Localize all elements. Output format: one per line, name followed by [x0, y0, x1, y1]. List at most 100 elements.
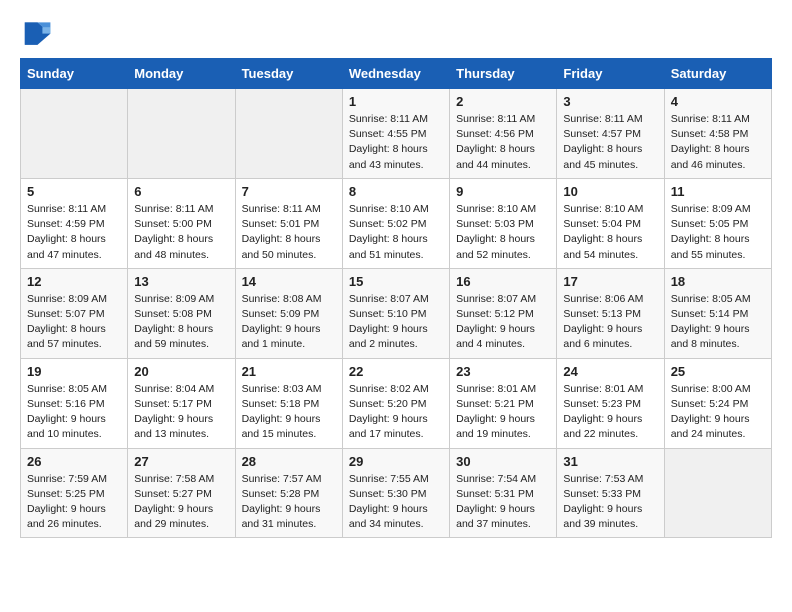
day-info: Sunrise: 7:53 AM Sunset: 5:33 PM Dayligh… — [563, 472, 657, 533]
calendar-cell: 3Sunrise: 8:11 AM Sunset: 4:57 PM Daylig… — [557, 89, 664, 179]
page: SundayMondayTuesdayWednesdayThursdayFrid… — [0, 0, 792, 554]
day-info: Sunrise: 8:10 AM Sunset: 5:03 PM Dayligh… — [456, 202, 550, 263]
calendar-cell — [21, 89, 128, 179]
day-number: 1 — [349, 94, 443, 109]
day-info: Sunrise: 7:59 AM Sunset: 5:25 PM Dayligh… — [27, 472, 121, 533]
calendar-cell: 21 Sunrise: 8:03 AM Sunset: 5:18 PM Dayli… — [235, 358, 342, 448]
calendar-cell: 18 Sunrise: 8:05 AM Sunset: 5:14 PM Dayli… — [664, 268, 771, 358]
day-number: 22 — [349, 364, 443, 379]
day-number: 11 — [671, 184, 765, 199]
calendar-week-row: 26 Sunrise: 7:59 AM Sunset: 5:25 PM Dayli… — [21, 448, 772, 538]
calendar-cell: 31 Sunrise: 7:53 AM Sunset: 5:33 PM Dayli… — [557, 448, 664, 538]
day-number: 28 — [242, 454, 336, 469]
calendar-cell: 24 Sunrise: 8:01 AM Sunset: 5:23 PM Dayli… — [557, 358, 664, 448]
calendar-cell: 5 Sunrise: 8:11 AM Sunset: 4:59 PM Daylig… — [21, 178, 128, 268]
day-info: Sunrise: 8:11 AM Sunset: 4:59 PM Dayligh… — [27, 202, 121, 263]
day-number: 26 — [27, 454, 121, 469]
calendar-cell: 10Sunrise: 8:10 AM Sunset: 5:04 PM Dayli… — [557, 178, 664, 268]
calendar-cell: 28 Sunrise: 7:57 AM Sunset: 5:28 PM Dayli… — [235, 448, 342, 538]
day-number: 8 — [349, 184, 443, 199]
calendar-cell: 30 Sunrise: 7:54 AM Sunset: 5:31 PM Dayli… — [450, 448, 557, 538]
calendar-cell: 29 Sunrise: 7:55 AM Sunset: 5:30 PM Dayli… — [342, 448, 449, 538]
calendar-cell: 27Sunrise: 7:58 AM Sunset: 5:27 PM Dayli… — [128, 448, 235, 538]
day-number: 31 — [563, 454, 657, 469]
day-info: Sunrise: 8:07 AM Sunset: 5:10 PM Dayligh… — [349, 292, 443, 353]
calendar-header: SundayMondayTuesdayWednesdayThursdayFrid… — [21, 59, 772, 89]
calendar-week-row: 1 Sunrise: 8:11 AM Sunset: 4:55 PM Daylig… — [21, 89, 772, 179]
calendar-cell: 11 Sunrise: 8:09 AM Sunset: 5:05 PM Dayli… — [664, 178, 771, 268]
calendar-cell: 25Sunrise: 8:00 AM Sunset: 5:24 PM Dayli… — [664, 358, 771, 448]
day-number: 7 — [242, 184, 336, 199]
calendar-cell: 23 Sunrise: 8:01 AM Sunset: 5:21 PM Dayli… — [450, 358, 557, 448]
calendar-table: SundayMondayTuesdayWednesdayThursdayFrid… — [20, 58, 772, 538]
day-of-week-header: Saturday — [664, 59, 771, 89]
calendar-cell — [128, 89, 235, 179]
day-number: 2 — [456, 94, 550, 109]
days-of-week-row: SundayMondayTuesdayWednesdayThursdayFrid… — [21, 59, 772, 89]
calendar-cell: 17 Sunrise: 8:06 AM Sunset: 5:13 PM Dayli… — [557, 268, 664, 358]
day-of-week-header: Sunday — [21, 59, 128, 89]
day-info: Sunrise: 7:57 AM Sunset: 5:28 PM Dayligh… — [242, 472, 336, 533]
calendar-cell: 6Sunrise: 8:11 AM Sunset: 5:00 PM Daylig… — [128, 178, 235, 268]
day-number: 3 — [563, 94, 657, 109]
calendar-cell — [664, 448, 771, 538]
day-info: Sunrise: 8:03 AM Sunset: 5:18 PM Dayligh… — [242, 382, 336, 443]
calendar-cell: 22 Sunrise: 8:02 AM Sunset: 5:20 PM Dayli… — [342, 358, 449, 448]
calendar-cell: 16 Sunrise: 8:07 AM Sunset: 5:12 PM Dayli… — [450, 268, 557, 358]
calendar-week-row: 12 Sunrise: 8:09 AM Sunset: 5:07 PM Dayli… — [21, 268, 772, 358]
day-info: Sunrise: 8:11 AM Sunset: 4:56 PM Dayligh… — [456, 112, 550, 173]
day-info: Sunrise: 8:11 AM Sunset: 4:58 PM Dayligh… — [671, 112, 765, 173]
day-number: 30 — [456, 454, 550, 469]
day-info: Sunrise: 8:02 AM Sunset: 5:20 PM Dayligh… — [349, 382, 443, 443]
day-of-week-header: Monday — [128, 59, 235, 89]
day-number: 4 — [671, 94, 765, 109]
day-number: 12 — [27, 274, 121, 289]
day-number: 19 — [27, 364, 121, 379]
day-number: 15 — [349, 274, 443, 289]
day-info: Sunrise: 8:11 AM Sunset: 5:00 PM Dayligh… — [134, 202, 228, 263]
day-of-week-header: Thursday — [450, 59, 557, 89]
calendar-body: 1 Sunrise: 8:11 AM Sunset: 4:55 PM Daylig… — [21, 89, 772, 538]
calendar-cell: 2 Sunrise: 8:11 AM Sunset: 4:56 PM Daylig… — [450, 89, 557, 179]
day-info: Sunrise: 8:04 AM Sunset: 5:17 PM Dayligh… — [134, 382, 228, 443]
day-number: 20 — [134, 364, 228, 379]
day-info: Sunrise: 8:09 AM Sunset: 5:07 PM Dayligh… — [27, 292, 121, 353]
calendar-week-row: 19 Sunrise: 8:05 AM Sunset: 5:16 PM Dayli… — [21, 358, 772, 448]
day-number: 21 — [242, 364, 336, 379]
day-number: 14 — [242, 274, 336, 289]
day-info: Sunrise: 7:54 AM Sunset: 5:31 PM Dayligh… — [456, 472, 550, 533]
day-number: 23 — [456, 364, 550, 379]
day-info: Sunrise: 8:06 AM Sunset: 5:13 PM Dayligh… — [563, 292, 657, 353]
day-of-week-header: Wednesday — [342, 59, 449, 89]
day-info: Sunrise: 8:01 AM Sunset: 5:21 PM Dayligh… — [456, 382, 550, 443]
day-number: 18 — [671, 274, 765, 289]
day-number: 29 — [349, 454, 443, 469]
day-info: Sunrise: 8:05 AM Sunset: 5:14 PM Dayligh… — [671, 292, 765, 353]
day-info: Sunrise: 8:00 AM Sunset: 5:24 PM Dayligh… — [671, 382, 765, 443]
logo — [20, 16, 56, 48]
calendar-cell: 7 Sunrise: 8:11 AM Sunset: 5:01 PM Daylig… — [235, 178, 342, 268]
day-info: Sunrise: 8:11 AM Sunset: 5:01 PM Dayligh… — [242, 202, 336, 263]
day-info: Sunrise: 8:09 AM Sunset: 5:05 PM Dayligh… — [671, 202, 765, 263]
calendar-cell: 13Sunrise: 8:09 AM Sunset: 5:08 PM Dayli… — [128, 268, 235, 358]
calendar-cell: 19 Sunrise: 8:05 AM Sunset: 5:16 PM Dayli… — [21, 358, 128, 448]
day-info: Sunrise: 8:05 AM Sunset: 5:16 PM Dayligh… — [27, 382, 121, 443]
day-number: 9 — [456, 184, 550, 199]
day-info: Sunrise: 8:11 AM Sunset: 4:55 PM Dayligh… — [349, 112, 443, 173]
day-number: 5 — [27, 184, 121, 199]
calendar-cell: 12 Sunrise: 8:09 AM Sunset: 5:07 PM Dayli… — [21, 268, 128, 358]
calendar-cell — [235, 89, 342, 179]
day-number: 10 — [563, 184, 657, 199]
calendar-cell: 4 Sunrise: 8:11 AM Sunset: 4:58 PM Daylig… — [664, 89, 771, 179]
day-info: Sunrise: 8:01 AM Sunset: 5:23 PM Dayligh… — [563, 382, 657, 443]
day-info: Sunrise: 7:55 AM Sunset: 5:30 PM Dayligh… — [349, 472, 443, 533]
day-number: 16 — [456, 274, 550, 289]
day-info: Sunrise: 8:07 AM Sunset: 5:12 PM Dayligh… — [456, 292, 550, 353]
day-info: Sunrise: 8:09 AM Sunset: 5:08 PM Dayligh… — [134, 292, 228, 353]
calendar-cell: 20 Sunrise: 8:04 AM Sunset: 5:17 PM Dayli… — [128, 358, 235, 448]
header — [20, 16, 772, 48]
calendar-cell: 14Sunrise: 8:08 AM Sunset: 5:09 PM Dayli… — [235, 268, 342, 358]
day-number: 24 — [563, 364, 657, 379]
day-number: 17 — [563, 274, 657, 289]
calendar-cell: 1 Sunrise: 8:11 AM Sunset: 4:55 PM Daylig… — [342, 89, 449, 179]
